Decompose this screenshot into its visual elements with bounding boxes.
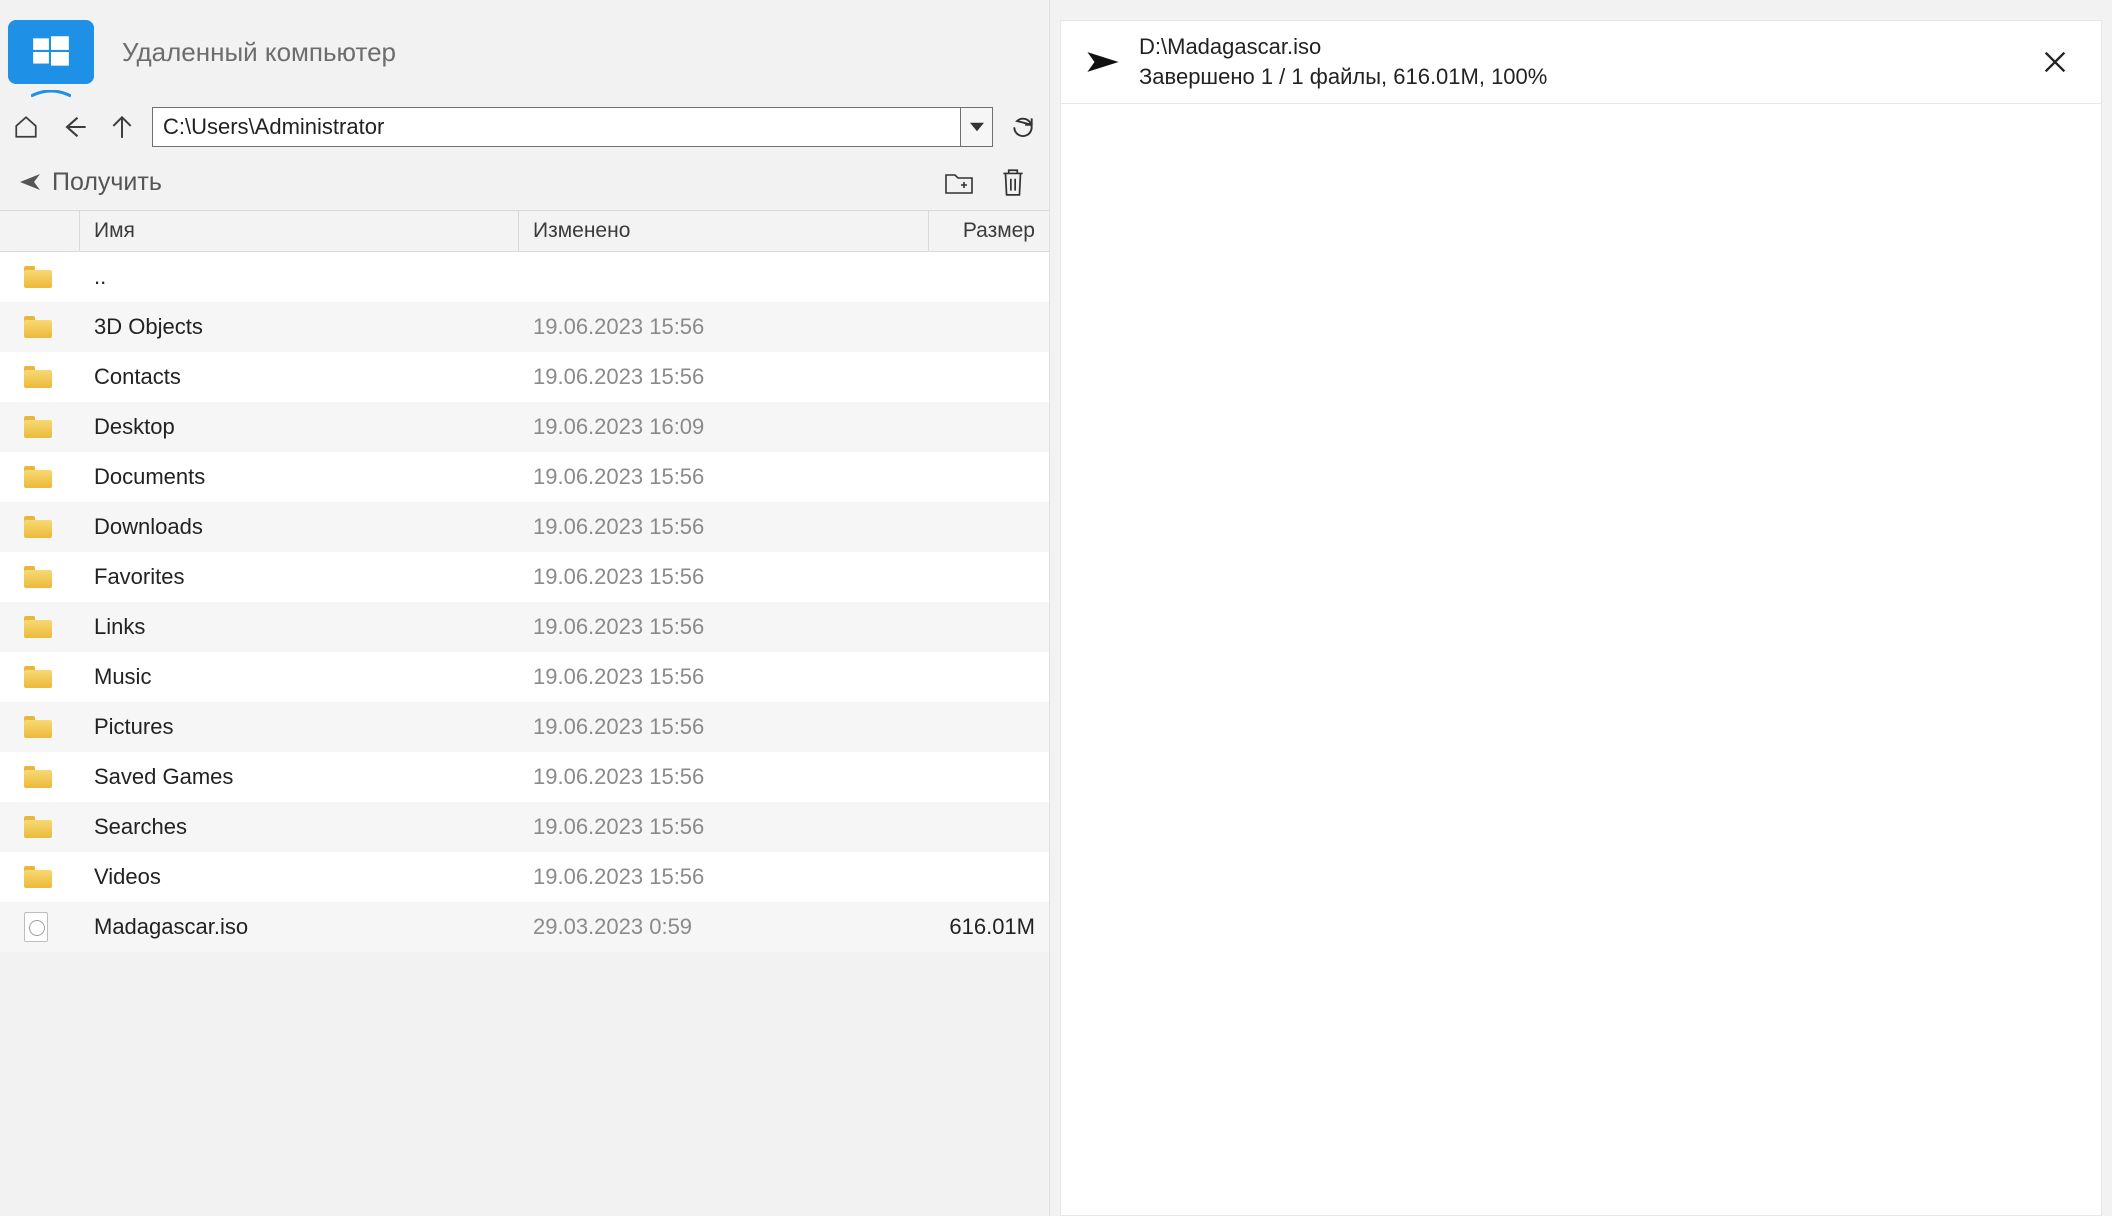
col-name-header[interactable]: Имя — [80, 211, 519, 251]
row-name: 3D Objects — [80, 314, 519, 340]
delete-button[interactable] — [995, 164, 1031, 200]
row-name: Contacts — [80, 364, 519, 390]
row-modified: 19.06.2023 15:56 — [519, 814, 929, 840]
folder-icon — [0, 416, 80, 438]
folder-icon — [0, 766, 80, 788]
row-modified: 19.06.2023 15:56 — [519, 314, 929, 340]
table-row[interactable]: Music19.06.2023 15:56 — [0, 652, 1049, 702]
row-modified: 19.06.2023 15:56 — [519, 364, 929, 390]
panel-header: Удаленный компьютер — [0, 0, 1049, 100]
path-dropdown-button[interactable] — [960, 108, 992, 146]
refresh-button[interactable] — [1005, 109, 1041, 145]
row-name: Music — [80, 664, 519, 690]
row-name: .. — [80, 264, 519, 290]
action-toolbar: Получить — [0, 154, 1049, 210]
transfer-item: D:\Madagascar.iso Завершено 1 / 1 файлы,… — [1060, 20, 2102, 104]
table-body: ..3D Objects19.06.2023 15:56Contacts19.0… — [0, 252, 1049, 952]
folder-icon — [0, 816, 80, 838]
row-name: Downloads — [80, 514, 519, 540]
table-header: Имя Изменено Размер — [0, 210, 1049, 252]
path-combobox — [152, 107, 993, 147]
row-modified: 19.06.2023 15:56 — [519, 564, 929, 590]
row-size: 616.01M — [929, 914, 1049, 940]
table-row[interactable]: .. — [0, 252, 1049, 302]
close-transfer-button[interactable] — [2035, 42, 2075, 82]
transfer-path: D:\Madagascar.iso — [1139, 32, 2035, 62]
folder-icon — [0, 466, 80, 488]
table-row[interactable]: Desktop19.06.2023 16:09 — [0, 402, 1049, 452]
table-row[interactable]: Searches19.06.2023 15:56 — [0, 802, 1049, 852]
row-name: Favorites — [80, 564, 519, 590]
panel-title: Удаленный компьютер — [122, 37, 396, 68]
table-row[interactable]: Saved Games19.06.2023 15:56 — [0, 752, 1049, 802]
up-button[interactable] — [104, 109, 140, 145]
row-name: Videos — [80, 864, 519, 890]
folder-icon — [0, 716, 80, 738]
home-button[interactable] — [8, 109, 44, 145]
row-modified: 19.06.2023 15:56 — [519, 514, 929, 540]
folder-icon — [0, 866, 80, 888]
row-name: Desktop — [80, 414, 519, 440]
folder-icon — [0, 266, 80, 288]
folder-icon — [0, 316, 80, 338]
row-modified: 19.06.2023 16:09 — [519, 414, 929, 440]
folder-icon — [0, 516, 80, 538]
remote-windows-icon — [8, 20, 94, 84]
row-name: Pictures — [80, 714, 519, 740]
table-row[interactable]: Favorites19.06.2023 15:56 — [0, 552, 1049, 602]
row-name: Searches — [80, 814, 519, 840]
table-row[interactable]: Links19.06.2023 15:56 — [0, 602, 1049, 652]
row-modified: 19.06.2023 15:56 — [519, 764, 929, 790]
receive-label: Получить — [52, 168, 162, 197]
row-modified: 19.06.2023 15:56 — [519, 464, 929, 490]
nav-toolbar — [0, 100, 1049, 154]
receive-icon — [18, 170, 42, 194]
file-icon — [0, 912, 80, 942]
remote-file-browser: Удаленный компьютер — [0, 0, 1050, 1216]
table-row[interactable]: Contacts19.06.2023 15:56 — [0, 352, 1049, 402]
transfer-status: Завершено 1 / 1 файлы, 616.01M, 100% — [1139, 62, 2035, 92]
row-name: Documents — [80, 464, 519, 490]
row-modified: 19.06.2023 15:56 — [519, 664, 929, 690]
row-name: Madagascar.iso — [80, 914, 519, 940]
path-input[interactable] — [153, 108, 960, 146]
row-name: Links — [80, 614, 519, 640]
row-modified: 19.06.2023 15:56 — [519, 714, 929, 740]
row-modified: 19.06.2023 15:56 — [519, 864, 929, 890]
transfer-body — [1060, 104, 2102, 1216]
send-icon — [1081, 47, 1125, 77]
row-modified: 29.03.2023 0:59 — [519, 914, 929, 940]
col-size-header[interactable]: Размер — [929, 211, 1049, 251]
row-name: Saved Games — [80, 764, 519, 790]
col-modified-header[interactable]: Изменено — [519, 211, 929, 251]
table-row[interactable]: Videos19.06.2023 15:56 — [0, 852, 1049, 902]
table-row[interactable]: Pictures19.06.2023 15:56 — [0, 702, 1049, 752]
transfer-panel: D:\Madagascar.iso Завершено 1 / 1 файлы,… — [1050, 0, 2112, 1216]
back-button[interactable] — [56, 109, 92, 145]
table-row[interactable]: 3D Objects19.06.2023 15:56 — [0, 302, 1049, 352]
table-row[interactable]: Madagascar.iso29.03.2023 0:59616.01M — [0, 902, 1049, 952]
col-icon-header[interactable] — [0, 211, 80, 251]
folder-icon — [0, 366, 80, 388]
folder-icon — [0, 566, 80, 588]
row-modified: 19.06.2023 15:56 — [519, 614, 929, 640]
table-row[interactable]: Documents19.06.2023 15:56 — [0, 452, 1049, 502]
new-folder-button[interactable] — [941, 164, 977, 200]
folder-icon — [0, 666, 80, 688]
folder-icon — [0, 616, 80, 638]
receive-button[interactable]: Получить — [18, 168, 162, 197]
file-table: Имя Изменено Размер ..3D Objects19.06.20… — [0, 210, 1049, 952]
table-row[interactable]: Downloads19.06.2023 15:56 — [0, 502, 1049, 552]
